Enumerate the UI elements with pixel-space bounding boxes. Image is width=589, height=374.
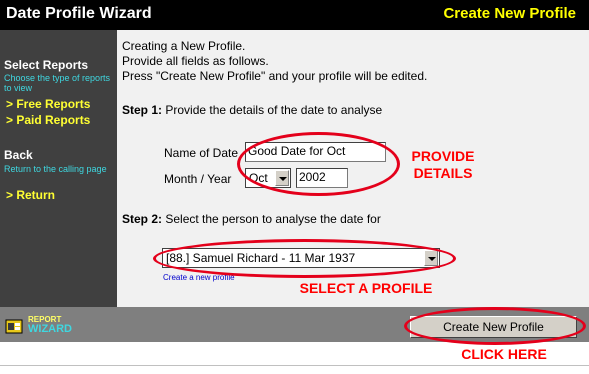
main-content: Creating a New Profile. Provide all fiel… xyxy=(117,30,589,307)
intro-line-3: Press "Create New Profile" and your prof… xyxy=(122,69,428,83)
sidebar-link-return[interactable]: > Return xyxy=(6,188,55,202)
sidebar-link-paid-reports[interactable]: > Paid Reports xyxy=(6,113,90,127)
person-dropdown-arrow-icon[interactable] xyxy=(424,250,438,266)
report-wizard-logo: REPORT WIZARD xyxy=(4,315,82,337)
name-of-date-input[interactable]: Good Date for Oct xyxy=(245,142,386,162)
step1-label: Step 1: xyxy=(122,103,163,117)
sidebar-link-free-reports[interactable]: > Free Reports xyxy=(6,97,90,111)
provide-annotation-line1: PROVIDE xyxy=(411,148,475,164)
sidebar-desc-select-reports: Choose the type of reports to view xyxy=(4,73,111,93)
year-input[interactable]: 2002 xyxy=(296,168,348,188)
step2-label: Step 2: xyxy=(122,212,163,226)
person-select[interactable]: [88.] Samuel Richard - 11 Mar 1937 xyxy=(162,248,440,268)
create-new-profile-button[interactable]: Create New Profile xyxy=(410,316,577,338)
month-value: Oct xyxy=(249,171,268,185)
provide-details-annotation: PROVIDE DETAILS xyxy=(398,148,488,182)
month-select[interactable]: Oct xyxy=(245,168,291,188)
step2-text: Select the person to analyse the date fo… xyxy=(162,212,381,226)
intro-line-2: Provide all fields as follows. xyxy=(122,54,269,68)
month-dropdown-arrow-icon[interactable] xyxy=(275,170,289,186)
window-title: Date Profile Wizard xyxy=(6,5,152,22)
bottom-divider xyxy=(0,365,589,366)
title-bar: Date Profile Wizard Create New Profile xyxy=(0,0,589,30)
select-profile-annotation: SELECT A PROFILE xyxy=(299,280,433,296)
mode-title: Create New Profile xyxy=(443,5,576,22)
footer-bar: REPORT WIZARD Create New Profile xyxy=(0,307,589,342)
step1-text: Provide the details of the date to analy… xyxy=(162,103,383,117)
intro-line-1: Creating a New Profile. xyxy=(122,39,246,53)
wizard-logo-icon xyxy=(5,319,23,334)
step1-instruction: Step 1: Provide the details of the date … xyxy=(122,103,382,117)
sidebar: Select Reports Choose the type of report… xyxy=(0,30,117,307)
step2-instruction: Step 2: Select the person to analyse the… xyxy=(122,212,381,226)
month-year-label: Month / Year xyxy=(164,172,232,186)
sidebar-heading-select-reports: Select Reports xyxy=(4,58,89,72)
click-here-annotation: CLICK HERE xyxy=(461,346,547,362)
sidebar-desc-back: Return to the calling page xyxy=(4,164,107,174)
name-of-date-label: Name of Date xyxy=(164,146,239,160)
sidebar-heading-back: Back xyxy=(4,148,33,162)
provide-annotation-line2: DETAILS xyxy=(413,165,473,181)
create-new-profile-link[interactable]: Create a new profile xyxy=(163,273,235,282)
person-value: [88.] Samuel Richard - 11 Mar 1937 xyxy=(166,251,356,265)
logo-text-wizard: WIZARD xyxy=(28,323,72,335)
